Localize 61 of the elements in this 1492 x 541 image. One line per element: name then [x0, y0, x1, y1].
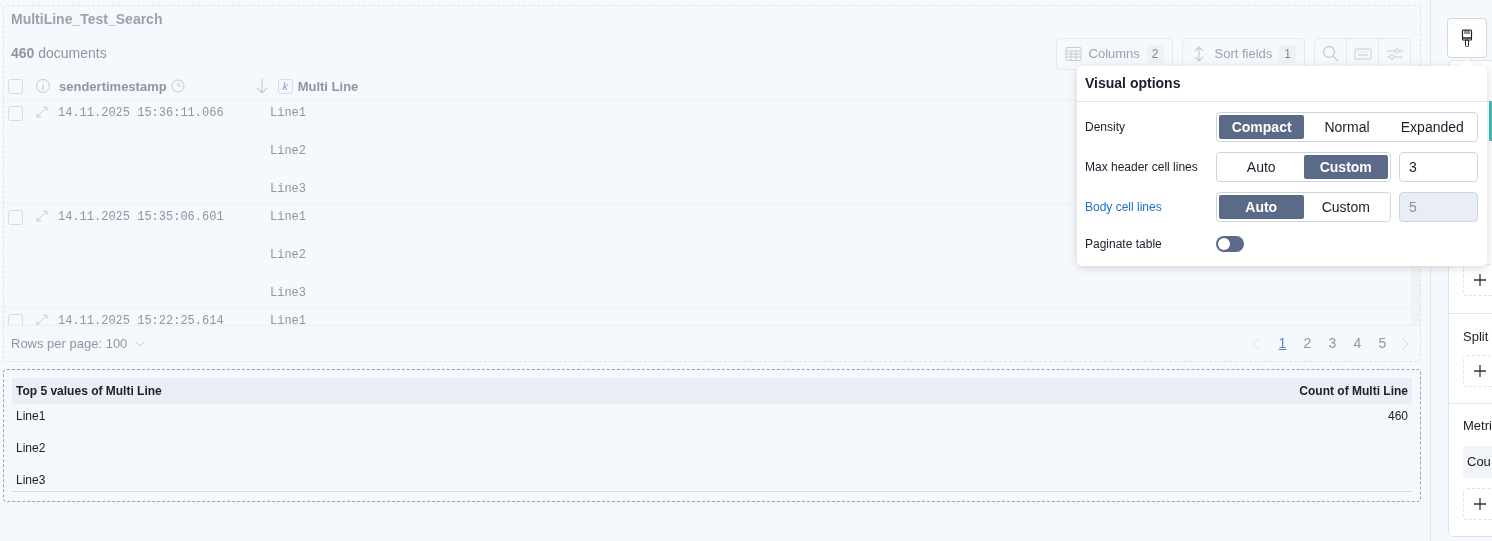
- section-title: Split: [1463, 329, 1490, 345]
- option-label: Max header cell lines: [1085, 159, 1199, 176]
- section-title: Metri: [1463, 418, 1492, 434]
- select-all-checkbox[interactable]: [8, 78, 23, 94]
- column-header: Count of Multi Line: [1299, 383, 1408, 400]
- table-cell-text: 14.11.2025 15:35:06.601: [58, 210, 225, 225]
- metric-item[interactable]: Cou: [1463, 446, 1492, 478]
- count-badge: 1: [1279, 44, 1296, 63]
- row-checkbox[interactable]: [8, 106, 23, 122]
- clock-icon: [170, 79, 185, 94]
- option-label: Body cell lines: [1085, 199, 1163, 216]
- table-cell-text: Line1: [16, 408, 46, 425]
- option-label: Paginate table: [1085, 235, 1163, 253]
- sort-descending-icon: [255, 78, 268, 95]
- table-cell: Line3: [270, 182, 306, 197]
- popover-title: Visual options: [1085, 74, 1181, 93]
- rows-per-page-dropdown[interactable]: Rows per page: 100: [11, 333, 128, 354]
- page-link[interactable]: 4: [1345, 333, 1370, 355]
- info-icon: [35, 78, 51, 95]
- page-link[interactable]: 5: [1370, 333, 1395, 355]
- expand-icon[interactable]: [36, 314, 48, 326]
- chevron-down-icon[interactable]: [135, 340, 146, 347]
- option-label: Density: [1085, 119, 1126, 136]
- type-badge: k: [277, 78, 293, 94]
- column-header[interactable]: sendertimestamp: [59, 76, 167, 97]
- table-cell-text: Line3: [16, 472, 46, 489]
- row-checkbox[interactable]: [8, 210, 23, 226]
- table-cell: Line1: [270, 210, 306, 225]
- table-cell: Line2: [270, 248, 306, 263]
- chevron-right-icon[interactable]: [1401, 336, 1409, 351]
- table-cell-text: Line2: [16, 440, 46, 457]
- plus-icon: [1474, 365, 1486, 377]
- search-icon[interactable]: [1321, 44, 1340, 63]
- plus-icon: [1474, 498, 1486, 510]
- expand-icon[interactable]: [36, 210, 48, 223]
- segment-option[interactable]: Compact: [1219, 115, 1305, 139]
- document-count: 460 documents: [11, 44, 107, 64]
- table-cell: Line2: [270, 144, 306, 159]
- segment-option[interactable]: Custom: [1303, 155, 1388, 179]
- count-badge: 2: [1146, 44, 1164, 63]
- page-link[interactable]: 3: [1320, 333, 1345, 355]
- paintbrush-button[interactable]: [1447, 18, 1487, 58]
- paintbrush-icon: [1461, 29, 1473, 47]
- table-icon: [1064, 45, 1082, 62]
- table-cell: Line3: [270, 286, 306, 301]
- chevron-left-icon[interactable]: [1252, 336, 1260, 351]
- page-link[interactable]: 2: [1295, 333, 1320, 355]
- table-cell-text: 14.11.2025 15:36:11.066: [58, 106, 225, 121]
- page-link[interactable]: 1: [1270, 333, 1295, 355]
- row-checkbox[interactable]: [8, 314, 23, 326]
- toggle-switch[interactable]: [1216, 235, 1244, 252]
- panel-title: MultiLine_Test_Search: [11, 10, 163, 30]
- plus-icon: [1474, 274, 1486, 286]
- number-input[interactable]: 3: [1399, 152, 1478, 182]
- table-cell: Line1: [270, 106, 306, 121]
- column-header[interactable]: Multi Line: [297, 76, 359, 97]
- expand-icon[interactable]: [36, 106, 48, 119]
- table-cell-text: 460: [1387, 408, 1408, 425]
- column-header: Top 5 values of Multi Line: [16, 383, 162, 400]
- table-cell-text: 14.11.2025 15:22:25.614: [58, 314, 225, 326]
- table-cell: Line1: [270, 314, 306, 326]
